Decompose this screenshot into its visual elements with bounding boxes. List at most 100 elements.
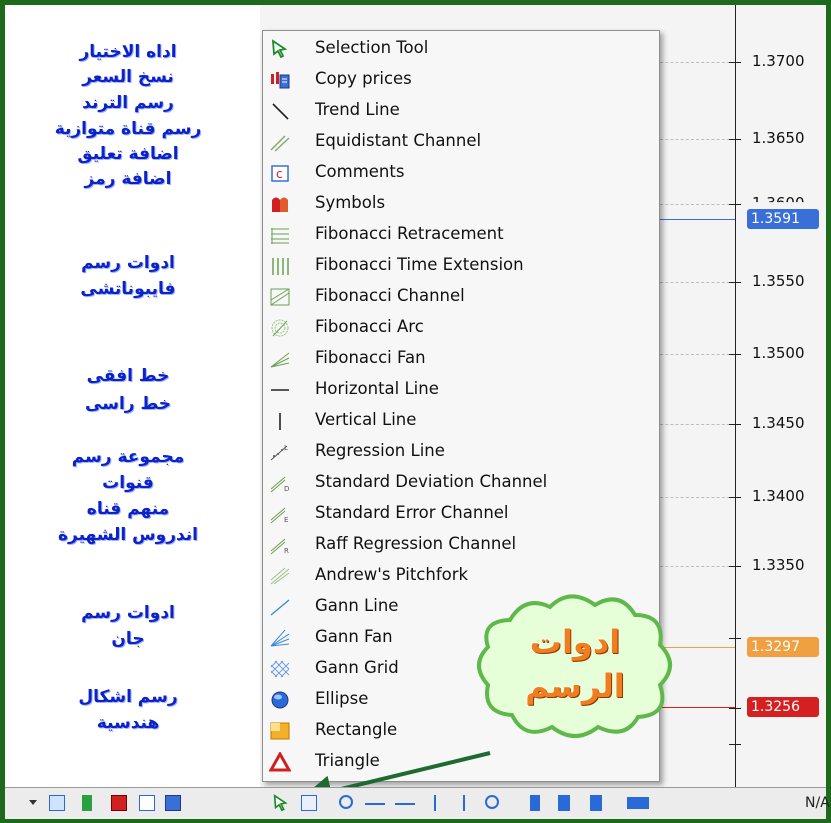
next-icon[interactable]	[49, 795, 65, 811]
bar-icon[interactable]	[530, 795, 540, 811]
price-axis	[735, 5, 736, 787]
menu-item-raff-regression-channel[interactable]: R Raff Regression Channel	[263, 529, 659, 560]
grid-icon[interactable]	[111, 795, 127, 811]
grid-line	[655, 566, 735, 567]
fibonacci-fan-icon	[270, 352, 290, 368]
menu-item-comments[interactable]: c Comments	[263, 157, 659, 188]
menu-item-label: Regression Line	[315, 441, 445, 460]
menu-item-label: Fibonacci Arc	[315, 317, 424, 336]
annotation-text: هندسية	[96, 713, 160, 733]
menu-item-fibonacci-time-extension[interactable]: Fibonacci Time Extension	[263, 250, 659, 281]
cursor-arrow-icon	[271, 39, 288, 59]
menu-item-label: Gann Line	[315, 596, 399, 615]
grid-line	[655, 139, 735, 140]
axis-tick	[729, 204, 741, 205]
scroll-right-icon[interactable]	[365, 803, 385, 805]
annotation-text: فايبوناتشى	[80, 279, 176, 299]
line-chart-icon[interactable]	[590, 795, 602, 811]
menu-item-selection-tool[interactable]: Selection Tool	[263, 33, 659, 64]
scroll-left-icon[interactable]	[395, 803, 415, 805]
crosshair-icon[interactable]	[139, 795, 155, 811]
menu-item-label: Raff Regression Channel	[315, 534, 517, 553]
menu-item-trend-line[interactable]: Trend Line	[263, 95, 659, 126]
menu-item-fibonacci-fan[interactable]: Fibonacci Fan	[263, 343, 659, 374]
price-label: 1.3650	[752, 129, 805, 147]
axis-tick	[729, 282, 741, 283]
price-badge: 1.3297	[747, 637, 819, 657]
menu-item-label: Fibonacci Time Extension	[315, 255, 524, 274]
menu-item-label: Selection Tool	[315, 38, 429, 57]
svg-text:D: D	[284, 485, 289, 493]
template-icon[interactable]	[301, 795, 317, 811]
price-line[interactable]	[655, 219, 735, 220]
menu-item-label: Symbols	[315, 193, 386, 212]
menu-item-fibonacci-channel[interactable]: Fibonacci Channel	[263, 281, 659, 312]
axis-tick	[729, 354, 741, 355]
menu-item-fibonacci-retracement[interactable]: Fibonacci Retracement	[263, 219, 659, 250]
axis-tick	[729, 62, 741, 63]
menu-item-horizontal-line[interactable]: Horizontal Line	[263, 374, 659, 405]
zoom-out-icon[interactable]	[485, 795, 499, 809]
indicator-icon[interactable]	[82, 795, 92, 811]
regression-line-icon: L	[270, 444, 288, 461]
annotation-text: منهم قناه	[86, 499, 170, 519]
menu-item-symbols[interactable]: Symbols	[263, 188, 659, 219]
gann-line-icon	[270, 599, 290, 616]
menu-item-label: Gann Grid	[315, 658, 399, 677]
annotation-panel: اداه الاختيار نسخ السعر رسم الترند رسم ق…	[5, 5, 260, 787]
axis-tick	[729, 744, 741, 745]
menu-item-fibonacci-arc[interactable]: Fibonacci Arc	[263, 312, 659, 343]
annotation-text: اضافة تعليق	[77, 144, 179, 164]
symbols-icon	[272, 197, 288, 212]
menu-item-label: Ellipse	[315, 689, 369, 708]
menu-item-label: Standard Deviation Channel	[315, 472, 548, 491]
annotation-text: رسم قناة متوازية	[54, 119, 202, 139]
axis-tick	[729, 139, 741, 140]
menu-item-copy-prices[interactable]: Copy prices	[263, 64, 659, 95]
annotation-text: ادوات رسم	[81, 603, 175, 623]
dropdown-icon[interactable]	[29, 800, 37, 805]
menu-item-label: Copy prices	[315, 69, 412, 88]
price-label: 1.3450	[752, 414, 805, 432]
menu-item-standard-deviation-channel[interactable]: D Standard Deviation Channel	[263, 467, 659, 498]
price-label: 1.3700	[752, 52, 805, 70]
svg-text:R: R	[284, 547, 289, 555]
price-label: 1.3550	[752, 272, 805, 290]
menu-item-regression-line[interactable]: L Regression Line	[263, 436, 659, 467]
menu-item-label: Fibonacci Fan	[315, 348, 426, 367]
menu-item-label: Standard Error Channel	[315, 503, 509, 522]
menu-item-label: Comments	[315, 162, 405, 181]
drawing-tools-callout: ادوات الرسم	[470, 585, 680, 745]
menu-item-label: Gann Fan	[315, 627, 393, 646]
standard-error-channel-icon: E	[270, 507, 288, 524]
rectangle-icon	[270, 722, 290, 740]
grid-line	[655, 424, 735, 425]
price-label: 1.3500	[752, 344, 805, 362]
timeframe-icon[interactable]	[627, 797, 649, 809]
compress-vertical-icon[interactable]	[463, 795, 465, 811]
zoom-in-icon[interactable]	[339, 795, 353, 809]
annotation-text: مجموعة رسم	[71, 447, 185, 467]
annotation-text: اندروس الشهيرة	[57, 525, 199, 545]
axis-tick	[729, 566, 741, 567]
candle-icon[interactable]	[558, 795, 570, 811]
axis-tick	[729, 708, 741, 709]
chart-props-icon[interactable]	[165, 795, 181, 811]
menu-item-label: Equidistant Channel	[315, 131, 482, 150]
selection-tool-icon[interactable]	[271, 793, 291, 813]
menu-item-standard-error-channel[interactable]: E Standard Error Channel	[263, 498, 659, 529]
callout-text: ادوات	[529, 623, 621, 661]
svg-text:E: E	[284, 516, 288, 524]
svg-text:L: L	[284, 444, 288, 452]
svg-text:c: c	[276, 167, 283, 181]
fibonacci-channel-icon	[270, 288, 290, 306]
trend-line-icon	[272, 103, 289, 120]
menu-item-label: Trend Line	[315, 100, 400, 119]
menu-item-vertical-line[interactable]: Vertical Line	[263, 405, 659, 436]
menu-item-equidistant-channel[interactable]: Equidistant Channel	[263, 126, 659, 157]
price-label: 1.3350	[752, 556, 805, 574]
expand-vertical-icon[interactable]	[434, 795, 436, 811]
andrews-pitchfork-icon	[270, 567, 290, 585]
annotation-text: جان	[111, 629, 145, 649]
menu-item-label: Horizontal Line	[315, 379, 439, 398]
